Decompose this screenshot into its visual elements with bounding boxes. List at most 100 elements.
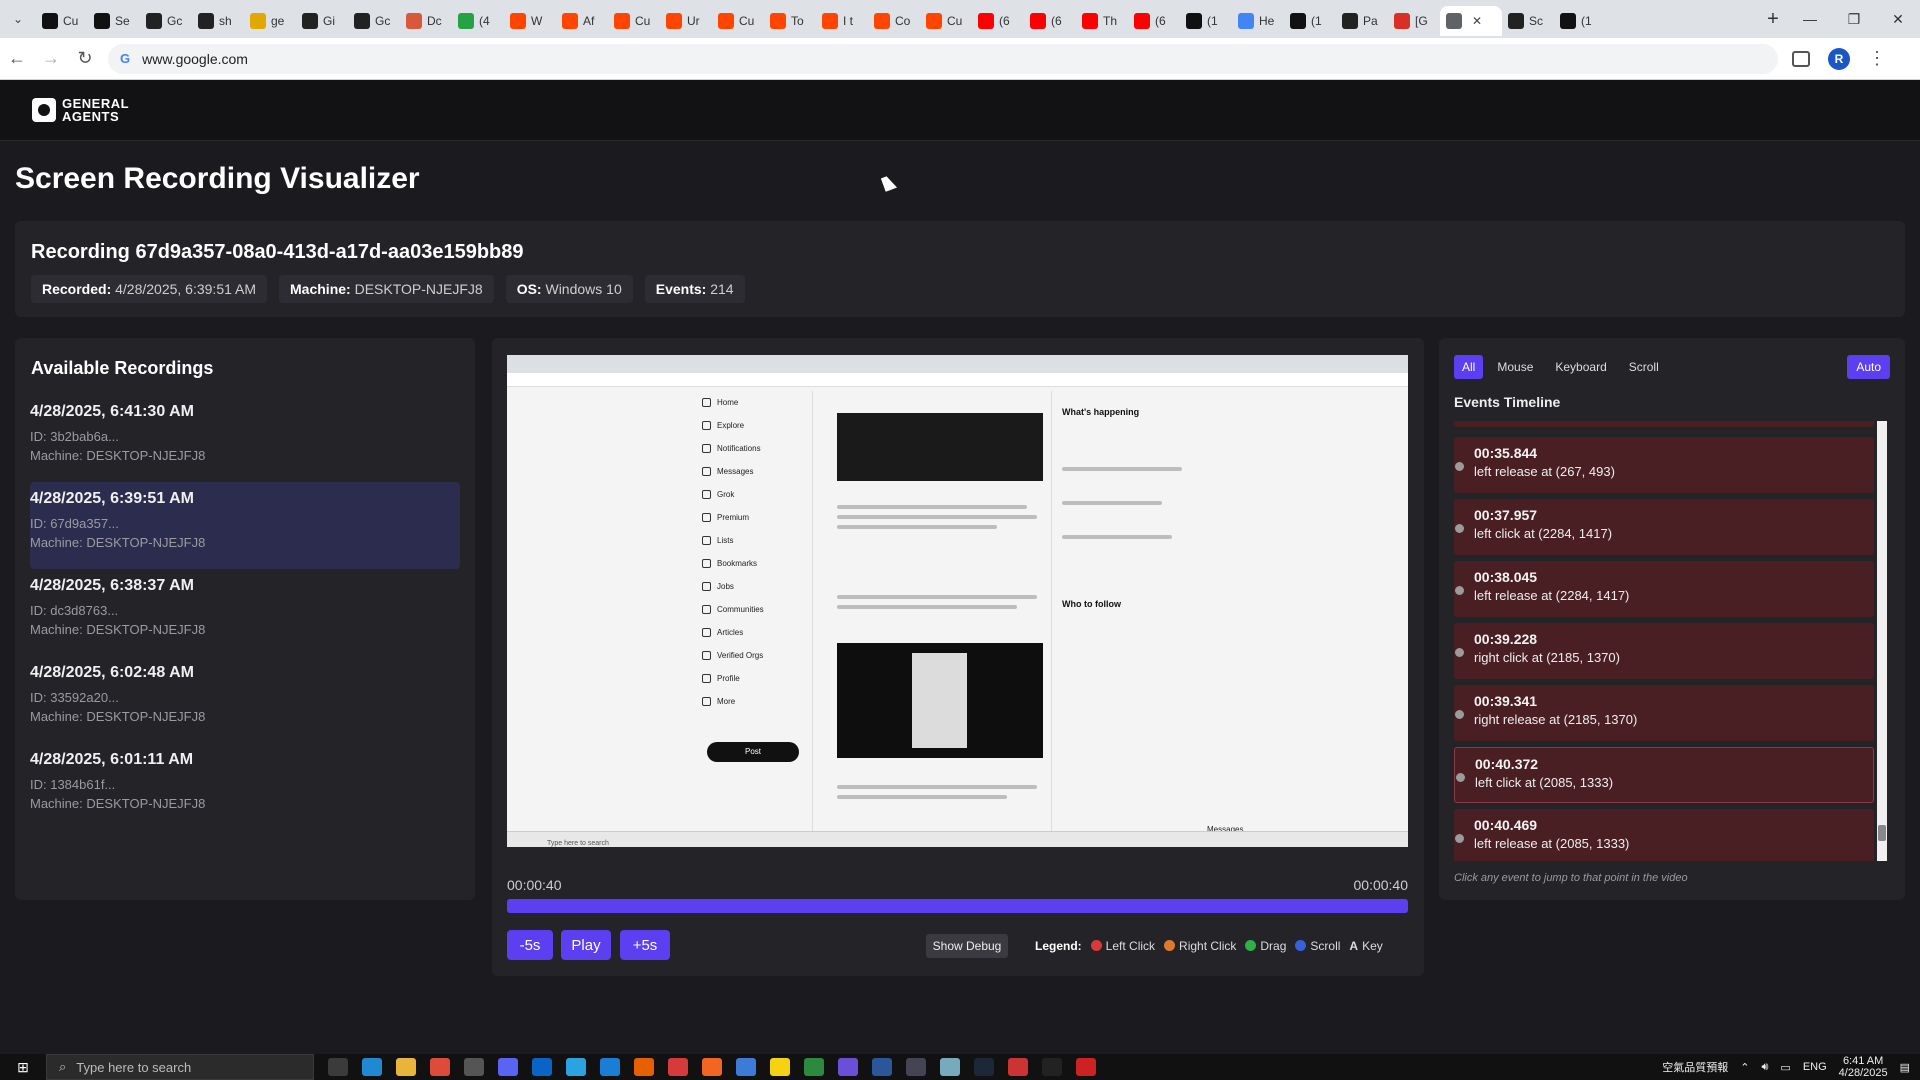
list-item[interactable]: 4/28/2025, 6:02:48 AM ID: 33592a20... Ma… <box>30 656 460 743</box>
browser-menu-icon[interactable]: ⋮ <box>1868 48 1886 69</box>
browser-tab[interactable]: Pa <box>1336 6 1388 36</box>
play-button[interactable]: Play <box>561 930 611 960</box>
network-icon[interactable]: ▭ <box>1780 1061 1790 1074</box>
language-indicator[interactable]: ENG <box>1803 1061 1827 1073</box>
browser-tab[interactable]: He <box>1232 6 1284 36</box>
event-item[interactable]: 00:39.228 right click at (2185, 1370) <box>1454 623 1874 679</box>
event-item[interactable]: 00:35.844 left release at (267, 493) <box>1454 437 1874 493</box>
browser-tab[interactable]: (1 <box>1554 6 1606 36</box>
event-item[interactable]: 00:37.957 left click at (2284, 1417) <box>1454 499 1874 555</box>
browser-tab[interactable]: Ur <box>660 6 712 36</box>
browser-tab[interactable]: Co <box>868 6 920 36</box>
app-icon[interactable] <box>736 1058 756 1076</box>
windows-start-icon[interactable]: ⊞ <box>0 1059 46 1076</box>
list-item[interactable]: 4/28/2025, 6:38:37 AM ID: dc3d8763... Ma… <box>30 569 460 656</box>
app-icon[interactable] <box>702 1058 722 1076</box>
browser-tab[interactable]: Dc <box>400 6 452 36</box>
app-icon[interactable] <box>1076 1058 1096 1076</box>
event-item[interactable]: 00:40.469 left release at (2085, 1333) <box>1454 809 1874 861</box>
browser-tab[interactable]: To <box>764 6 816 36</box>
app-icon[interactable] <box>940 1058 960 1076</box>
browser-tab[interactable]: [G <box>1388 6 1440 36</box>
teams-icon[interactable] <box>838 1058 858 1076</box>
app-icon[interactable] <box>1042 1058 1062 1076</box>
events-list[interactable]: 00:35.844 left release at (267, 493) 00:3… <box>1454 421 1874 861</box>
minimize-icon[interactable]: — <box>1788 0 1832 38</box>
scrollbar-thumb[interactable] <box>1878 825 1886 841</box>
clock[interactable]: 6:41 AM 4/28/2025 <box>1839 1055 1888 1079</box>
event-item[interactable]: 00:39.341 right release at (2185, 1370) <box>1454 685 1874 741</box>
browser-tab[interactable]: (6 <box>972 6 1024 36</box>
browser-tab[interactable]: Gi <box>296 6 348 36</box>
steam-icon[interactable] <box>974 1058 994 1076</box>
list-item[interactable]: 4/28/2025, 6:41:30 AM ID: 3b2bab6a... Ma… <box>30 395 460 482</box>
progress-bar[interactable] <box>507 899 1408 913</box>
browser-tab[interactable]: W <box>504 6 556 36</box>
tray-chevron-icon[interactable]: ⌃ <box>1740 1061 1749 1074</box>
volume-icon[interactable]: 🔊︎ <box>1761 1061 1768 1074</box>
taskbar-search[interactable]: ⌕ Type here to search <box>46 1054 314 1080</box>
browser-tab[interactable]: Se <box>88 6 140 36</box>
list-item[interactable]: 4/28/2025, 6:01:11 AM ID: 1384b61f... Ma… <box>30 743 460 830</box>
sticky-notes-icon[interactable] <box>770 1058 790 1076</box>
browser-tab[interactable]: Cu <box>920 6 972 36</box>
browser-tab[interactable]: Gc <box>140 6 192 36</box>
browser-tab[interactable]: Cu <box>608 6 660 36</box>
browser-tab[interactable]: I t <box>816 6 868 36</box>
browser-tab[interactable]: Cu <box>36 6 88 36</box>
outlook-icon[interactable] <box>532 1058 552 1076</box>
browser-tab[interactable]: (4 <box>452 6 504 36</box>
chrome-active-icon[interactable] <box>804 1058 824 1076</box>
events-scrollbar[interactable] <box>1877 421 1887 861</box>
forward-5s-button[interactable]: +5s <box>620 930 670 960</box>
app-icon[interactable] <box>668 1058 688 1076</box>
close-icon[interactable]: ✕ <box>1876 0 1920 38</box>
profile-avatar[interactable]: R <box>1828 47 1850 70</box>
browser-tab[interactable]: Af <box>556 6 608 36</box>
store-icon[interactable] <box>464 1058 484 1076</box>
general-agents-logo[interactable]: GENERAL AGENTS <box>32 97 182 123</box>
event-item[interactable]: 00:38.045 left release at (2284, 1417) <box>1454 561 1874 617</box>
app-icon[interactable] <box>906 1058 926 1076</box>
browser-tab[interactable]: (1 <box>1284 6 1336 36</box>
browser-tab[interactable]: (6 <box>1024 6 1076 36</box>
browser-tab[interactable]: sh <box>192 6 244 36</box>
new-tab-button[interactable]: + <box>1758 8 1788 31</box>
show-debug-button[interactable]: Show Debug <box>926 934 1008 958</box>
extensions-icon[interactable] <box>1792 50 1810 67</box>
browser-tab[interactable]: Sc <box>1502 6 1554 36</box>
close-tab-icon[interactable]: ✕ <box>1472 14 1482 28</box>
weather-widget[interactable]: 空氣品質預報 <box>1662 1059 1728 1075</box>
browser-tab[interactable]: (6 <box>1128 6 1180 36</box>
task-view-icon[interactable] <box>328 1058 348 1076</box>
filter-scroll-button[interactable]: Scroll <box>1621 355 1667 379</box>
filter-mouse-button[interactable]: Mouse <box>1489 355 1541 379</box>
discord-icon[interactable] <box>498 1058 518 1076</box>
maximize-icon[interactable]: ❐ <box>1832 0 1876 38</box>
app-icon[interactable] <box>1008 1058 1028 1076</box>
rewind-5s-button[interactable]: -5s <box>507 930 553 960</box>
vscode-icon[interactable] <box>600 1058 620 1076</box>
forward-arrow-icon[interactable]: → <box>34 43 68 75</box>
tab-search-icon[interactable]: ⌄ <box>0 0 36 38</box>
browser-tab[interactable]: ge <box>244 6 296 36</box>
event-item-current[interactable]: 00:40.372 left click at (2085, 1333) <box>1454 747 1874 803</box>
browser-tab[interactable]: Th <box>1076 6 1128 36</box>
browser-tab[interactable]: Gc <box>348 6 400 36</box>
firefox-icon[interactable] <box>634 1058 654 1076</box>
url-input[interactable]: G www.google.com <box>108 43 1778 74</box>
auto-scroll-button[interactable]: Auto <box>1847 355 1890 379</box>
back-arrow-icon[interactable]: ← <box>0 43 34 75</box>
telegram-icon[interactable] <box>566 1058 586 1076</box>
list-item-selected[interactable]: 4/28/2025, 6:39:51 AM ID: 67d9a357... Ma… <box>30 482 460 569</box>
browser-tab[interactable]: ✕ <box>1440 6 1502 36</box>
file-explorer-icon[interactable] <box>396 1058 416 1076</box>
browser-tab[interactable]: Cu <box>712 6 764 36</box>
event-item-partial[interactable] <box>1454 421 1874 427</box>
video-frame[interactable]: Home Explore Notifications Messages Grok Prem… <box>507 355 1408 847</box>
filter-all-button[interactable]: All <box>1454 355 1484 379</box>
notifications-icon[interactable]: ▤ <box>1900 1061 1910 1074</box>
reload-icon[interactable]: ↻ <box>68 43 102 75</box>
filter-keyboard-button[interactable]: Keyboard <box>1547 355 1614 379</box>
chrome-icon[interactable] <box>430 1058 450 1076</box>
